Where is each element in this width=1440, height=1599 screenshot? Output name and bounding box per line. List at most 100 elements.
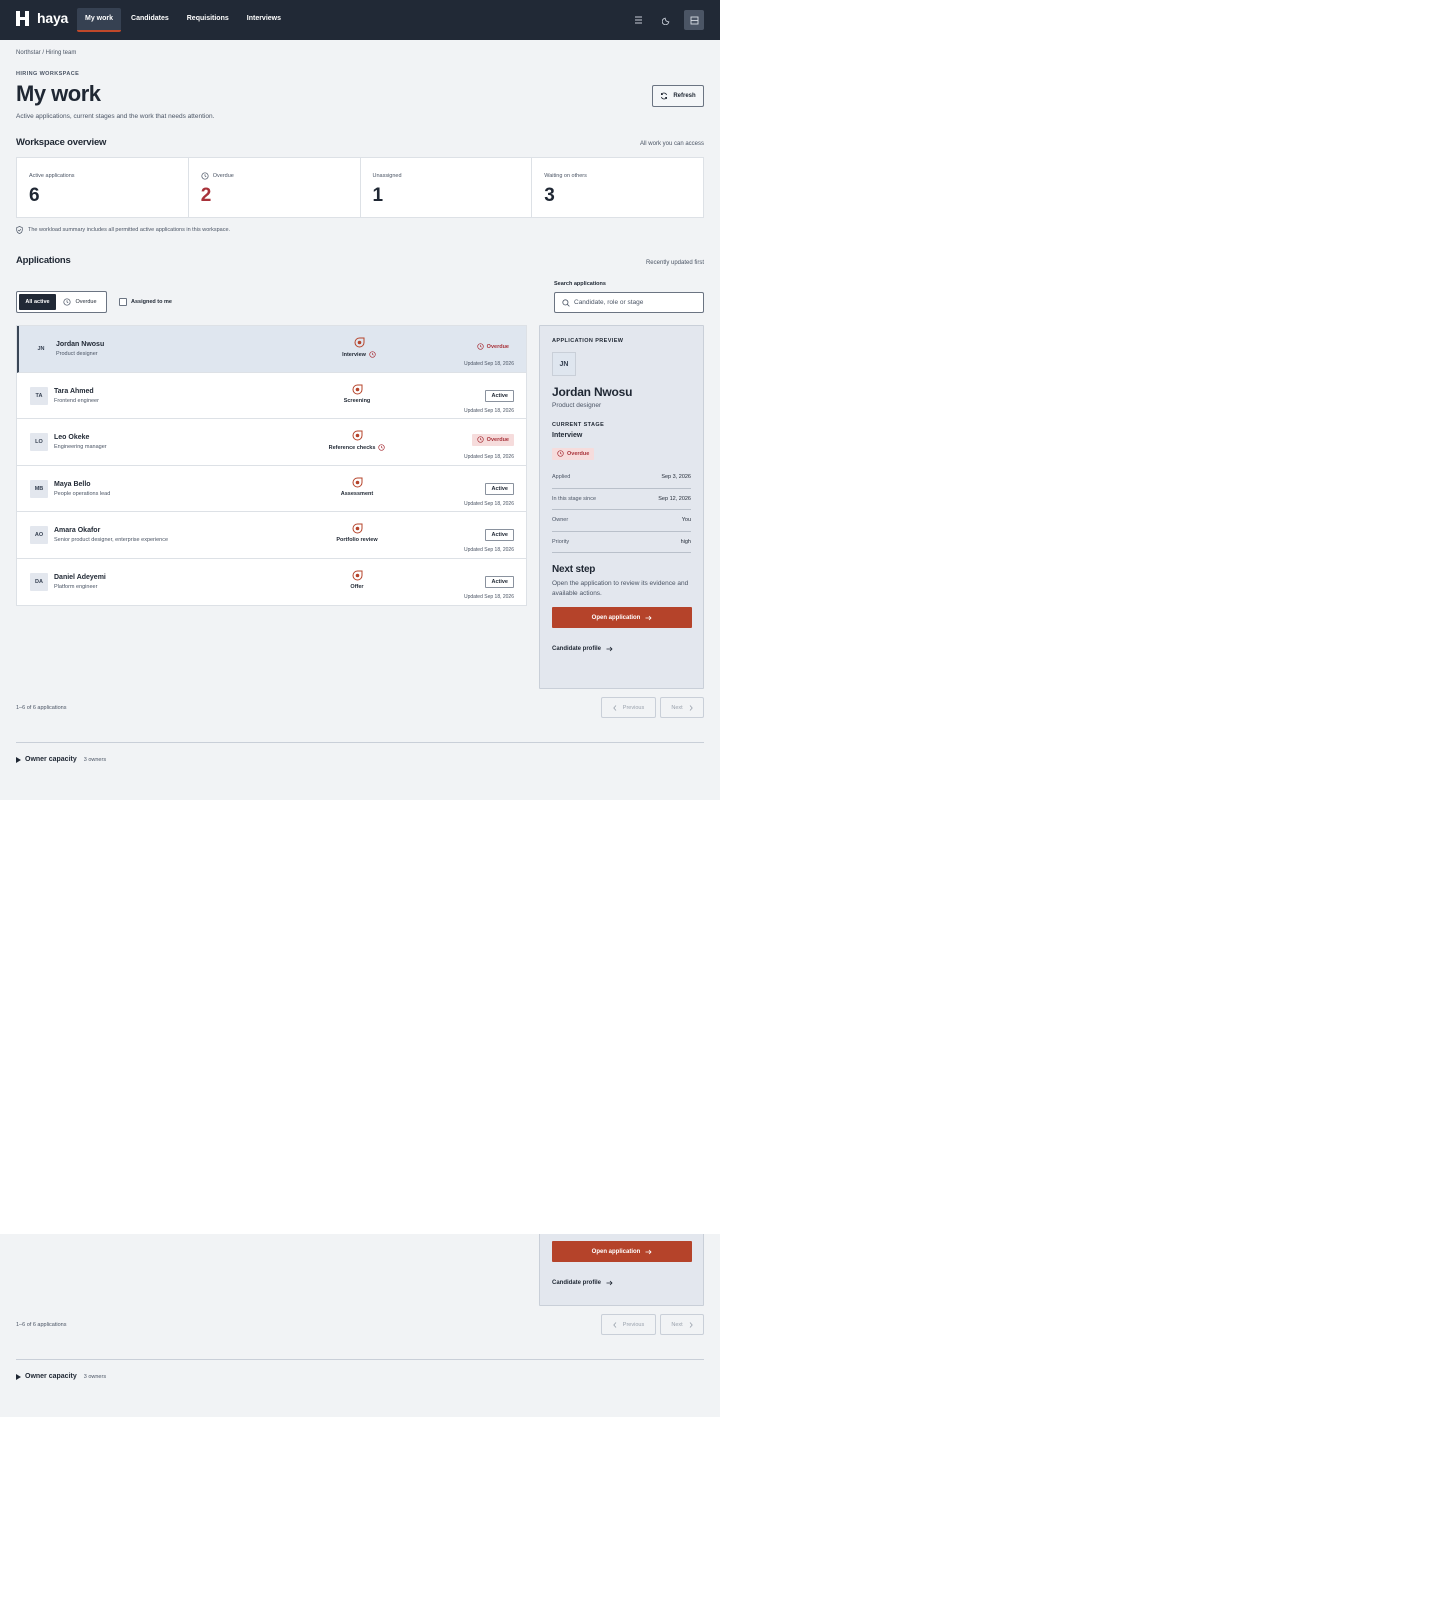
menu-icon[interactable] xyxy=(628,10,648,30)
stage-target-icon xyxy=(352,570,362,580)
logo[interactable]: haya xyxy=(16,10,68,26)
status-filter: All active Overdue xyxy=(16,291,107,313)
stat-label: Active applications xyxy=(29,173,75,179)
app-fragment: Open application Candidate profile 1–6 o… xyxy=(0,1234,720,1417)
stats-panel: Active applications 6 Overdue 2 Unassign… xyxy=(16,157,704,218)
candidate-name[interactable]: Amara Okafor xyxy=(54,527,100,534)
stat-active-applications: Active applications 6 xyxy=(17,158,189,217)
candidate-profile-link[interactable]: Candidate profile xyxy=(552,1280,692,1286)
page-description: Active applications, current stages and … xyxy=(16,113,215,120)
filter-all-active[interactable]: All active xyxy=(19,294,56,310)
search-input[interactable] xyxy=(574,299,694,306)
status-badge-label: Active xyxy=(491,578,508,585)
moon-icon[interactable] xyxy=(656,10,676,30)
nav-item-requisitions[interactable]: Requisitions xyxy=(179,8,237,32)
previous-button[interactable]: Previous xyxy=(601,697,656,718)
arrow-right-icon xyxy=(645,1249,652,1254)
application-row[interactable]: JN Jordan Nwosu Product designer Interview O… xyxy=(17,326,526,373)
candidate-name[interactable]: Jordan Nwosu xyxy=(56,341,104,348)
stat-value: 1 xyxy=(372,185,384,206)
detail-value: You xyxy=(681,517,691,524)
nav-actions xyxy=(628,10,704,30)
avatar: DA xyxy=(30,572,48,591)
open-application-label: Open application xyxy=(591,1248,641,1255)
status-badge: Overdue xyxy=(552,447,595,460)
detail-value: Sep 12, 2026 xyxy=(658,495,691,502)
status-badge: Active xyxy=(485,482,514,495)
nav-item-my-work[interactable]: My work xyxy=(77,8,122,32)
search-label: Search applications xyxy=(554,281,606,287)
current-stage-label: CURRENT STAGE xyxy=(552,422,605,428)
nav-item-interviews[interactable]: Interviews xyxy=(239,8,289,32)
refresh-label: Refresh xyxy=(673,93,696,99)
candidate-role: Frontend engineer xyxy=(54,397,99,404)
status-badge-label: Active xyxy=(491,532,508,538)
nav-item-candidates[interactable]: Candidates xyxy=(123,8,177,32)
status-badge: Overdue xyxy=(471,433,514,446)
layout-panel-icon[interactable] xyxy=(684,10,704,30)
stat-label: Unassigned xyxy=(372,173,402,179)
current-stage-value: Interview xyxy=(552,432,583,439)
workload-note: The workload summary includes all permit… xyxy=(16,226,230,234)
next-step-title: Next step xyxy=(552,564,596,575)
detail-key: Priority xyxy=(552,538,570,545)
next-label: Next xyxy=(671,1321,683,1328)
breadcrumb[interactable]: Northstar / Hiring team xyxy=(16,50,76,56)
top-nav: haya My work Candidates Requisitions Int… xyxy=(0,0,720,40)
status-cell: Overdue Updated Sep 18, 2026 xyxy=(464,337,514,367)
detail-value: high xyxy=(680,538,691,545)
stage-target-icon xyxy=(352,384,362,394)
stage-cell: Portfolio review xyxy=(317,523,397,543)
application-row[interactable]: MB Maya Bello People operations lead Assess… xyxy=(17,466,526,512)
next-button[interactable]: Next xyxy=(660,1314,704,1335)
chevron-left-icon xyxy=(613,704,617,711)
status-badge-label: Active xyxy=(491,485,508,492)
applications-list: JN Jordan Nwosu Product designer Interview O… xyxy=(16,325,527,606)
stat-value: 3 xyxy=(544,185,555,206)
filter-overdue-label: Overdue xyxy=(75,299,97,305)
avatar: TA xyxy=(30,386,48,405)
application-row[interactable]: LO Leo Okeke Engineering manager Reference … xyxy=(17,419,526,466)
preview-candidate-role: Product designer xyxy=(552,402,602,409)
haya-logo-icon xyxy=(16,10,31,26)
caret-right-icon xyxy=(16,756,21,763)
status-badge-label: Overdue xyxy=(567,450,590,457)
sort-order[interactable]: Recently updated first xyxy=(646,260,704,266)
page-title: My work xyxy=(16,81,101,106)
checkbox-box[interactable] xyxy=(119,298,127,306)
owner-capacity-toggle[interactable]: Owner capacity 3 owners xyxy=(16,1373,106,1380)
stage-cell: Interview xyxy=(319,337,399,358)
stat-overdue: Overdue 2 xyxy=(189,158,361,217)
filter-overdue[interactable]: Overdue xyxy=(56,294,104,310)
stage-cell: Offer xyxy=(317,570,397,590)
candidate-name[interactable]: Leo Okeke xyxy=(54,434,89,441)
owner-capacity-toggle[interactable]: Owner capacity 3 owners xyxy=(16,756,106,763)
candidate-role: Platform engineer xyxy=(54,583,98,590)
candidate-name[interactable]: Daniel Adeyemi xyxy=(54,574,106,581)
detail-key: In this stage since xyxy=(552,495,597,502)
clock-icon xyxy=(378,444,386,451)
stage-target-icon xyxy=(352,523,362,534)
previous-button[interactable]: Previous xyxy=(601,1314,656,1335)
detail-key: Owner xyxy=(552,517,569,524)
open-application-button[interactable]: Open application xyxy=(552,607,692,628)
stage-cell: Assessment xyxy=(317,477,397,497)
refresh-button[interactable]: Refresh xyxy=(652,85,704,107)
application-row[interactable]: AO Amara Okafor Senior product designer, e… xyxy=(17,512,526,559)
avatar: JN xyxy=(32,340,50,358)
candidate-name[interactable]: Maya Bello xyxy=(54,481,91,488)
status-badge-label: Overdue xyxy=(486,343,509,350)
candidate-profile-link[interactable]: Candidate profile xyxy=(552,646,691,652)
candidate-name[interactable]: Tara Ahmed xyxy=(54,388,94,395)
stage-name: Assessment xyxy=(340,490,374,497)
brand-name: haya xyxy=(37,10,69,26)
open-application-button[interactable]: Open application xyxy=(552,1241,692,1262)
application-row[interactable]: DA Daniel Adeyemi Platform engineer Offer Ac… xyxy=(17,559,526,606)
application-row[interactable]: TA Tara Ahmed Frontend engineer Screening Ac… xyxy=(17,373,526,419)
next-button[interactable]: Next xyxy=(660,697,704,718)
avatar: LO xyxy=(30,433,48,451)
assigned-to-me-checkbox[interactable]: Assigned to me xyxy=(119,298,172,306)
application-preview: APPLICATION PREVIEW JN Jordan Nwosu Prod… xyxy=(539,325,704,689)
search-field[interactable] xyxy=(554,292,704,313)
open-application-label: Open application xyxy=(591,614,641,621)
